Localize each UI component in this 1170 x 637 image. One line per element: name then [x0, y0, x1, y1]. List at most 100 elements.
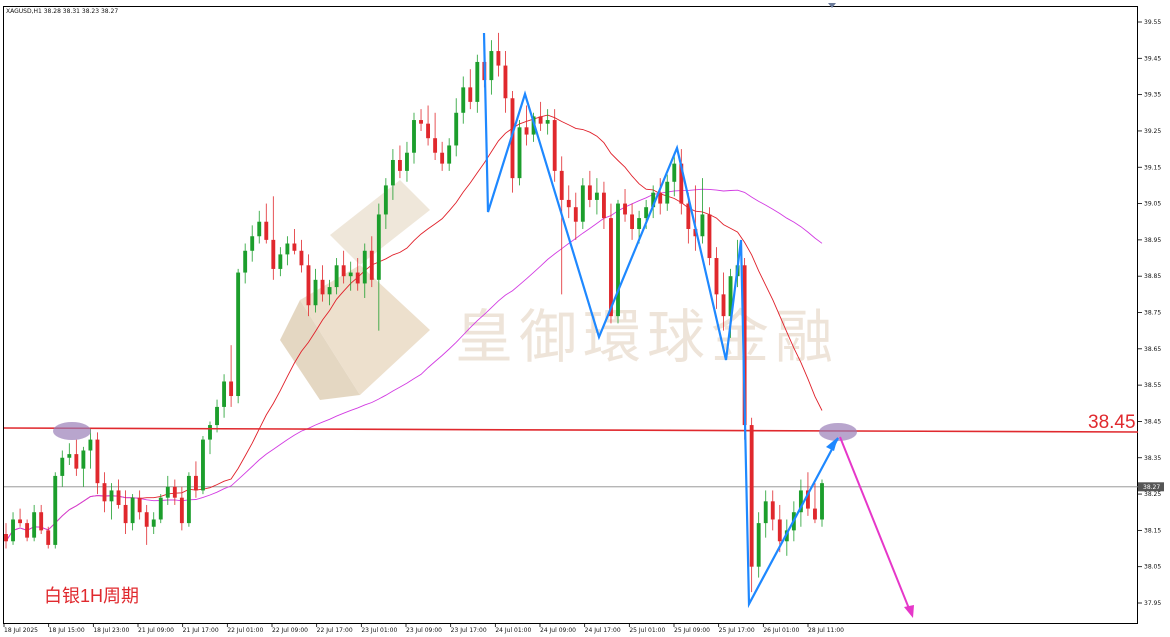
candle-body — [348, 272, 353, 277]
candle-body — [179, 497, 184, 524]
price-tick-label: 39.15 — [1144, 164, 1161, 171]
time-tick-label: 22 Jul 09:00 — [272, 627, 308, 634]
price-tick-label: 38.55 — [1144, 382, 1161, 389]
candle-body — [327, 287, 332, 295]
time-tick-label: 23 Jul 01:00 — [361, 627, 397, 634]
candle-body — [601, 192, 606, 219]
candle-body — [4, 534, 8, 542]
price-tick-label: 38.45 — [1144, 418, 1161, 425]
candle-body — [257, 221, 262, 237]
candle-body — [18, 519, 23, 524]
price-tick-label: 39.25 — [1144, 128, 1161, 135]
candle-body — [116, 490, 121, 505]
candle-body — [820, 483, 824, 520]
candle-body — [496, 51, 501, 66]
candle-body — [770, 501, 775, 520]
price-tick-label: 38.05 — [1144, 564, 1161, 571]
candle-body — [545, 120, 550, 124]
price-tick-label: 38.65 — [1144, 346, 1161, 353]
candle-body — [250, 236, 255, 251]
candle-body — [412, 120, 416, 153]
candle-body — [369, 250, 374, 280]
candle-body — [102, 483, 107, 502]
price-tick-label: 37.95 — [1144, 600, 1161, 607]
candle-body — [165, 486, 170, 498]
candle-body — [172, 486, 177, 498]
candle-body — [644, 207, 649, 219]
time-tick-label: 18 Jul 23:00 — [93, 627, 129, 634]
candle-body — [123, 504, 128, 524]
time-tick-label: 25 Jul 09:00 — [674, 627, 710, 634]
time-tick-label: 25 Jul 01:00 — [629, 627, 665, 634]
price-tick-label: 39.35 — [1144, 92, 1161, 99]
candle-body — [313, 279, 318, 306]
candle-body — [306, 265, 311, 306]
candle-body — [763, 501, 768, 524]
candle-body — [60, 457, 65, 476]
candle-body — [489, 51, 494, 81]
time-tick-label: 22 Jul 01:00 — [227, 627, 263, 634]
candle-body — [700, 214, 705, 237]
candle-body — [222, 381, 227, 407]
price-tick-label: 38.35 — [1144, 455, 1161, 462]
candle-body — [25, 523, 30, 538]
candle-body — [137, 497, 142, 513]
candle-body — [376, 214, 381, 280]
current-price-value: 38.27 — [1143, 484, 1160, 491]
time-tick-label: 26 Jul 01:00 — [763, 627, 799, 634]
time-tick-label: 18 Jul 2025 — [4, 627, 38, 634]
candle-body — [707, 214, 712, 259]
candle-body — [594, 192, 599, 200]
candle-body — [623, 203, 627, 215]
candle-body — [39, 512, 44, 531]
candle-body — [334, 265, 339, 288]
candle-body — [517, 127, 522, 179]
price-tick-label: 38.85 — [1144, 273, 1161, 280]
candle-body — [559, 170, 564, 200]
touch-point-left — [53, 422, 91, 440]
candle-body — [721, 294, 726, 317]
candle-body — [461, 87, 466, 113]
time-tick-label: 23 Jul 17:00 — [451, 627, 487, 634]
time-tick-label: 21 Jul 17:00 — [183, 627, 219, 634]
time-tick-label: 24 Jul 17:00 — [585, 627, 621, 634]
candle-body — [151, 519, 156, 527]
candle-body — [285, 243, 290, 255]
candle-body — [447, 145, 452, 164]
candle-body — [440, 152, 445, 164]
candle-body — [749, 425, 754, 567]
candle-body — [271, 239, 276, 269]
candle-body — [454, 112, 459, 146]
price-chart[interactable]: 皇御環球金融 XAGUSD,H1 38.28 38.31 38.23 38.27… — [0, 0, 1170, 637]
candle-body — [587, 185, 592, 200]
candle-body — [95, 439, 100, 484]
candle-body — [552, 120, 557, 171]
candle-body — [756, 523, 761, 567]
candle-body — [524, 127, 529, 135]
candle-body — [278, 254, 283, 269]
watermark-text: 皇御環球金融 — [455, 303, 839, 371]
candle-body — [426, 123, 431, 139]
candle-body — [109, 490, 114, 502]
price-tick-label: 39.05 — [1144, 201, 1161, 208]
candle-body — [193, 475, 198, 491]
candle-body — [229, 381, 234, 397]
candle-body — [292, 243, 297, 251]
candle-body — [390, 159, 395, 186]
symbol-header: XAGUSD,H1 38.28 38.31 38.23 38.27 — [6, 8, 118, 15]
candle-body — [383, 185, 388, 215]
candle-body — [433, 138, 438, 153]
candle-body — [236, 272, 241, 397]
candle-body — [573, 207, 578, 222]
candle-body — [11, 519, 15, 542]
time-tick-label: 24 Jul 09:00 — [540, 627, 576, 634]
candle-body — [186, 475, 191, 524]
time-tick-label: 28 Jul 11:00 — [808, 627, 844, 634]
price-tick-label: 39.55 — [1144, 19, 1161, 26]
candle-body — [419, 120, 423, 124]
candle-body — [81, 450, 86, 469]
candle-body — [566, 199, 571, 208]
candle-body — [714, 258, 719, 295]
candle-body — [468, 87, 473, 102]
candle-body — [637, 218, 642, 229]
